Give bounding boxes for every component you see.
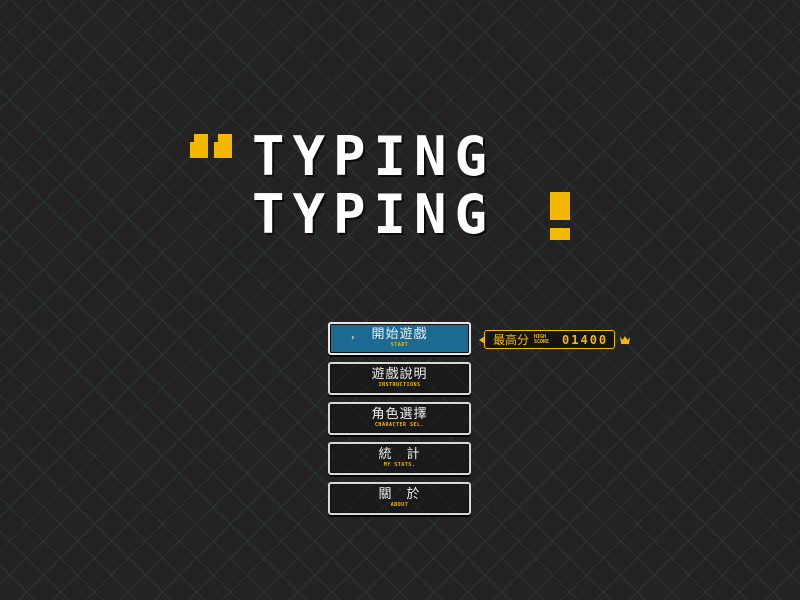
my-stats-button-label: 統 計 (378, 447, 421, 462)
instructions-button-sublabel: INSTRUCTIONS (378, 382, 421, 388)
about-button-sublabel: ABOUT (390, 502, 409, 508)
instructions-button-label: 遊戲說明 (371, 367, 428, 382)
my-stats-button[interactable]: 統 計 MY STATS. (328, 442, 471, 475)
high-score-value: 01400 (562, 332, 609, 347)
high-score-sublabel-line-2: SCORE (534, 338, 550, 345)
high-score-sublabel: HIGH SCORE (534, 334, 556, 345)
about-button-label: 關 於 (378, 487, 421, 502)
high-score-badge: 最高分 HIGH SCORE 01400 (479, 330, 631, 349)
title-line-1: TYPING (252, 125, 496, 188)
main-menu: › 開始遊戲 START 遊戲說明 INSTRUCTIONS 角色選擇 CHAR… (328, 322, 471, 522)
about-button[interactable]: 關 於 ABOUT (328, 482, 471, 515)
start-button[interactable]: › 開始遊戲 START (328, 322, 471, 355)
game-logo: TYPING TYPING (190, 128, 590, 248)
crown-icon (620, 335, 631, 344)
start-button-sublabel: START (390, 342, 409, 348)
high-score-box: 最高分 HIGH SCORE 01400 (479, 330, 616, 349)
high-score-pointer (479, 336, 485, 344)
character-select-button-label: 角色選擇 (371, 407, 428, 422)
instructions-button[interactable]: 遊戲說明 INSTRUCTIONS (328, 362, 471, 395)
character-select-button[interactable]: 角色選擇 CHARACTER SEL. (328, 402, 471, 435)
high-score-label: 最高分 (493, 332, 530, 347)
character-select-button-sublabel: CHARACTER SEL. (374, 422, 425, 428)
my-stats-button-sublabel: MY STATS. (383, 462, 416, 468)
selection-arrow-icon: › (350, 333, 356, 343)
title-line-2: TYPING (252, 183, 496, 246)
